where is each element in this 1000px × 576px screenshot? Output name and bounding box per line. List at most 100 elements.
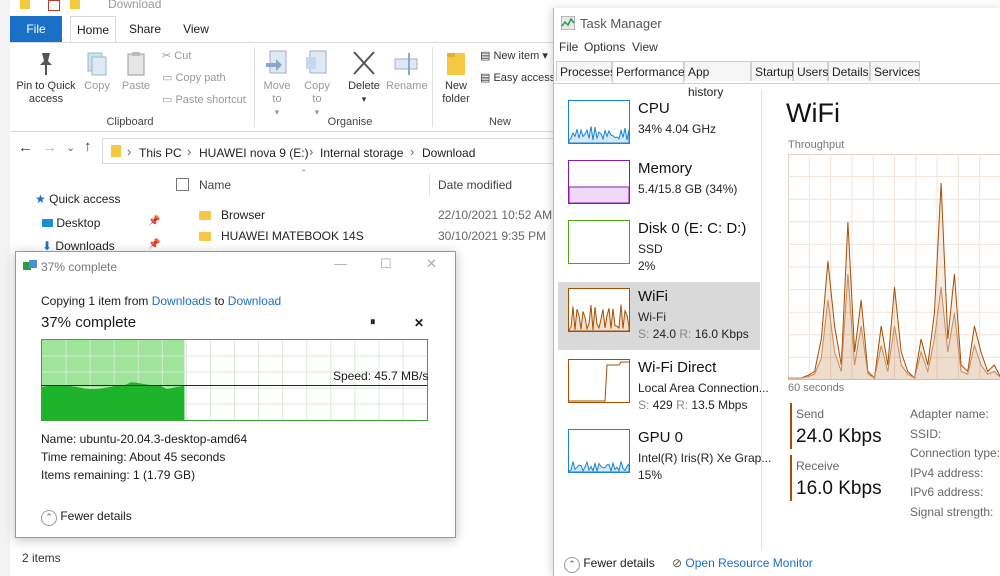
resource-memory[interactable]: Memory 5.4/15.8 GB (34%) [558,154,760,222]
pin-to-quick-access-button[interactable]: Pin to Quick access [14,51,78,106]
task-manager-window: Task Manager File Options View Processes… [553,8,1000,576]
fewer-details-label: Fewer details [60,509,132,523]
copy-to-button[interactable]: Copy to ▾ [300,49,334,119]
maximize-icon[interactable]: ☐ [380,256,392,272]
cancel-x-icon[interactable]: ✕ [414,316,424,330]
time-remaining-line: Time remaining: About 45 seconds [41,450,226,464]
resource-wifi-direct[interactable]: Wi-Fi Direct Local Area Connection... S:… [558,353,769,421]
properties-icon[interactable] [48,0,60,11]
menu-file[interactable]: File [559,40,578,54]
paste-shortcut-button[interactable]: ▭ Paste shortcut [162,93,246,106]
delete-button[interactable]: Delete ▾ [344,49,384,106]
receive-abbrev: R: [676,398,689,412]
nav-quick-access[interactable]: ★ Quick access [35,192,120,206]
fewer-details-button[interactable]: ⌃ Fewer details [564,556,655,573]
resource-gpu[interactable]: GPU 0 Intel(R) Iris(R) Xe Grap... 15% [558,423,771,491]
column-header-name[interactable]: Name [199,178,231,192]
send-value: 24.0 Kbps [796,426,882,447]
wifi-direct-thumbnail-graph [568,359,630,403]
throughput-graph [788,154,1000,380]
address-path-box[interactable]: › This PC › HUAWEI nova 9 (E:) › Interna… [102,138,555,164]
menu-view[interactable]: View [632,40,658,54]
cut-label: Cut [174,50,192,62]
nav-label: Quick access [49,192,121,206]
recent-chevron-icon[interactable]: ⌄ [66,141,75,154]
tab-app-history[interactable]: App history [684,61,751,99]
column-divider [429,174,430,196]
memory-thumbnail-graph [568,160,630,204]
minimize-icon[interactable]: — [334,256,347,271]
copy-button[interactable]: Copy [80,51,114,93]
file-row[interactable]: HUAWEI MATEBOOK 14S [199,229,364,243]
to-word: to [214,294,225,308]
pin-icon[interactable]: 📌 [148,216,160,227]
up-arrow-icon[interactable]: ↑ [84,138,92,155]
receive-value: 16.0 Kbps [694,327,749,341]
tab-processes[interactable]: Processes [556,61,616,81]
nav-label: Desktop [56,216,101,230]
new-folder-quick-icon[interactable] [70,0,80,9]
copy-path-button[interactable]: ▭ Copy path [162,71,226,84]
tab-home[interactable]: Home [70,16,116,43]
nav-desktop[interactable]: Desktop [42,216,100,230]
forward-arrow-icon[interactable]: → [42,139,57,156]
destination-link[interactable]: Download [228,294,281,308]
tab-file[interactable]: File [10,16,62,42]
send-abbrev: S: [638,398,650,412]
fewer-details-label: Fewer details [583,556,655,570]
pause-icon[interactable]: ⏸ [370,316,376,329]
chevron-right-icon: › [127,144,132,159]
tab-performance[interactable]: Performance [612,61,685,83]
tab-services[interactable]: Services [870,61,920,81]
fewer-details-button[interactable]: ⌃ Fewer details [41,509,132,526]
navigation-pane: ★ Quick access Desktop 📌 ⬇ Downloads 📌 [10,172,162,257]
menu-options[interactable]: Options [584,40,625,54]
breadcrumb-device[interactable]: HUAWEI nova 9 (E:) [199,146,309,160]
time-span-label: 60 seconds [788,382,845,394]
breadcrumb-this-pc[interactable]: This PC [139,146,182,160]
file-row[interactable]: Browser [199,208,265,222]
address-bar: ← → ⌄ ↑ › This PC › HUAWEI nova 9 (E:) ›… [10,136,555,164]
signal-strength-label: Signal strength: [910,505,994,519]
tab-share[interactable]: Share [125,16,165,42]
column-header-date-modified[interactable]: Date modified [438,178,512,192]
resource-wifi[interactable]: WiFi Wi-Fi S: 24.0 R: 16.0 Kbps [558,282,760,350]
receive-abbrev: R: [679,327,692,341]
send-value: 24.0 [652,327,677,341]
tab-view[interactable]: View [180,16,212,42]
rename-label: Rename [386,80,428,92]
tab-users[interactable]: Users [793,61,828,81]
breadcrumb-internal-storage[interactable]: Internal storage [320,146,403,160]
new-folder-button[interactable]: New folder [438,49,474,106]
resource-disk[interactable]: Disk 0 (E: C: D:) SSD 2% [558,214,760,282]
back-arrow-icon[interactable]: ← [18,139,33,156]
copying-line: Copying 1 item from Downloads to Downloa… [41,294,281,308]
chevron-right-icon: › [309,144,314,159]
ribbon-tabs: File Home Share View [10,16,555,43]
adapter-name-label: Adapter name: [910,407,989,421]
receive-label: Receive [796,459,840,473]
desktop-icon [42,219,53,227]
tab-details[interactable]: Details [828,61,870,81]
select-all-checkbox[interactable] [176,178,189,191]
close-icon[interactable]: ✕ [426,256,437,272]
resource-cpu[interactable]: CPU 34% 4.04 GHz [558,94,760,162]
new-item-icon: ▤ [480,50,494,62]
easy-access-button[interactable]: ▤ Easy access [480,71,555,84]
resource-usage: 15% [638,468,663,482]
tab-startup[interactable]: Startup [751,61,794,81]
cut-button[interactable]: ✂ Cut [162,49,191,62]
new-item-button[interactable]: ▤ New item ▾ [480,49,548,62]
rename-button[interactable]: Rename [386,49,428,93]
source-link[interactable]: Downloads [152,294,211,308]
pin-icon[interactable]: 📌 [148,239,160,250]
status-item-count: 2 items [22,551,61,565]
progress-heading: 37% complete [41,314,137,331]
breadcrumb-download[interactable]: Download [422,146,475,160]
ribbon-divider [432,47,433,127]
copy-to-icon [306,50,327,74]
open-resource-monitor-link[interactable]: ⊘ Open Resource Monitor [672,556,813,570]
paste-button[interactable]: Paste [118,51,154,93]
file-name: HUAWEI MATEBOOK 14S [221,229,364,243]
move-to-button[interactable]: Move to ▾ [260,49,294,119]
